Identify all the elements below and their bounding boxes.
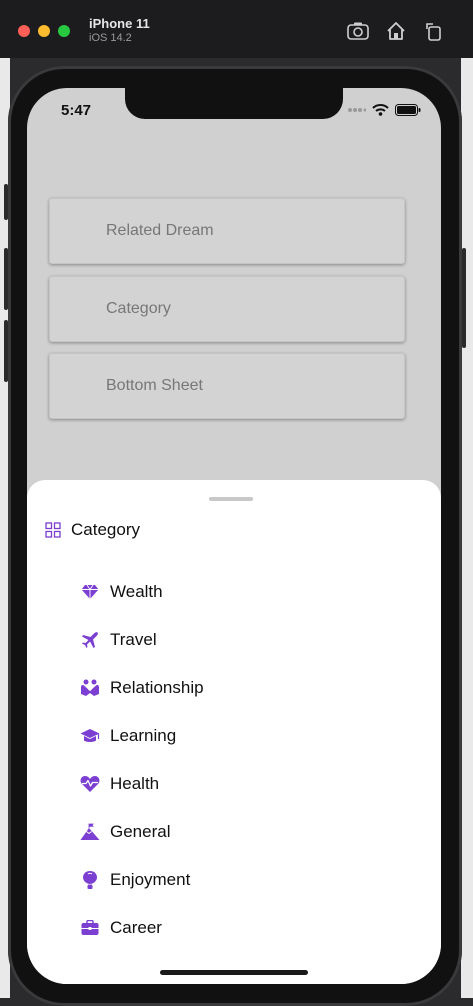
category-item-label: Relationship	[110, 678, 204, 697]
screenshot-camera-icon[interactable]	[347, 20, 369, 42]
wifi-icon	[372, 104, 389, 116]
bottom-sheet: Category Wealth Travel Relationship Lear…	[27, 480, 441, 984]
related-dream-button[interactable]: Related Dream	[49, 198, 405, 264]
bottom-sheet-button[interactable]: Bottom Sheet	[49, 353, 405, 419]
heartbeat-icon	[79, 773, 101, 795]
status-time: 5:47	[61, 102, 92, 119]
power-button	[462, 248, 466, 348]
simulator-titlebar: iPhone 11 iOS 14.2	[0, 0, 473, 58]
category-item-travel[interactable]: Travel	[79, 616, 204, 664]
category-item-label: Learning	[110, 726, 177, 745]
category-item-label: Career	[110, 918, 162, 937]
bottom-sheet-label: Bottom Sheet	[106, 377, 203, 394]
status-indicators	[348, 104, 421, 116]
gem-icon	[79, 581, 101, 603]
category-item-label: Enjoyment	[110, 870, 191, 889]
host-window-background	[461, 58, 473, 998]
category-item-label: Wealth	[110, 582, 163, 601]
grid-icon	[45, 522, 61, 538]
category-item-label: General	[110, 822, 171, 841]
category-item-health[interactable]: Health	[79, 760, 204, 808]
window-controls	[18, 25, 70, 37]
mute-switch	[4, 184, 8, 220]
volume-down-button	[4, 320, 8, 382]
graduation-cap-icon	[79, 725, 101, 747]
sheet-title: Category	[71, 520, 140, 539]
volume-up-button	[4, 248, 8, 310]
relationship-icon	[79, 677, 101, 699]
zoom-window-button[interactable]	[58, 25, 70, 37]
os-version: iOS 14.2	[89, 32, 132, 44]
sheet-drag-handle[interactable]	[209, 497, 253, 501]
signal-icon	[348, 108, 366, 112]
notch	[125, 88, 343, 119]
category-label: Category	[106, 300, 171, 317]
category-button[interactable]: Category	[49, 276, 405, 342]
category-item-learning[interactable]: Learning	[79, 712, 204, 760]
category-item-label: Travel	[110, 630, 157, 649]
related-dream-label: Related Dream	[106, 222, 214, 239]
plane-icon	[79, 629, 101, 651]
close-window-button[interactable]	[18, 25, 30, 37]
briefcase-icon	[79, 917, 101, 939]
rotate-icon[interactable]	[423, 20, 445, 42]
balloon-icon	[79, 869, 101, 891]
category-item-relationship[interactable]: Relationship	[79, 664, 204, 712]
mountain-flag-icon	[79, 821, 101, 843]
minimize-window-button[interactable]	[38, 25, 50, 37]
battery-icon	[395, 104, 421, 116]
category-item-general[interactable]: General	[79, 808, 204, 856]
sheet-header: Category	[45, 520, 140, 540]
category-item-career[interactable]: Career	[79, 904, 204, 952]
category-item-enjoyment[interactable]: Enjoyment	[79, 856, 204, 904]
device-screen: 5:47 Related Dream Category Bottom Sheet…	[27, 88, 441, 984]
home-indicator[interactable]	[160, 970, 308, 975]
category-item-label: Health	[110, 774, 160, 793]
category-item-wealth[interactable]: Wealth	[79, 568, 204, 616]
category-list: Wealth Travel Relationship Learning Heal…	[79, 568, 204, 952]
home-icon[interactable]	[385, 20, 407, 42]
device-name: iPhone 11	[89, 16, 150, 31]
